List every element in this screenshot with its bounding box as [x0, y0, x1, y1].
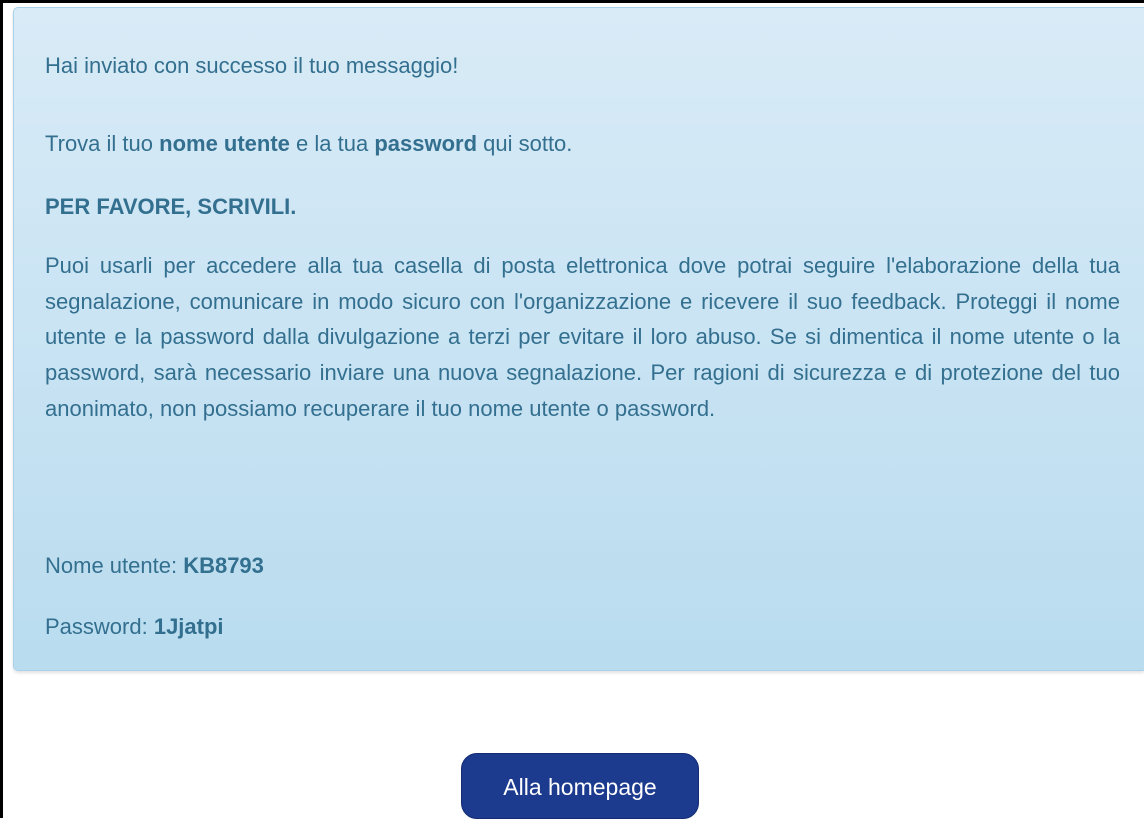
instruction-password-term: password — [374, 131, 478, 156]
username-label: Nome utente: — [45, 553, 184, 578]
password-label: Password: — [45, 614, 154, 639]
username-value: KB8793 — [183, 553, 264, 578]
password-value: 1Jjatpi — [153, 614, 224, 639]
credentials-instruction: Trova il tuo nome utente e la tua passwo… — [45, 128, 572, 160]
instruction-prefix: Trova il tuo — [45, 131, 160, 156]
success-message: Hai inviato con successo il tuo messaggi… — [45, 53, 459, 78]
success-alert-panel: Hai inviato con successo il tuo messaggi… — [13, 7, 1144, 671]
credentials-explanation: Puoi usarli per accedere alla tua casell… — [45, 253, 1120, 421]
password-row: Password: 1Jjatpi — [45, 611, 224, 643]
instruction-username-term: nome utente — [159, 131, 290, 156]
instruction-middle: e la tua — [289, 131, 375, 156]
homepage-button[interactable]: Alla homepage — [461, 753, 699, 819]
username-row: Nome utente: KB8793 — [45, 550, 264, 582]
write-them-down-heading: PER FAVORE, SCRIVILI. — [45, 194, 297, 219]
instruction-suffix: qui sotto. — [477, 131, 573, 156]
